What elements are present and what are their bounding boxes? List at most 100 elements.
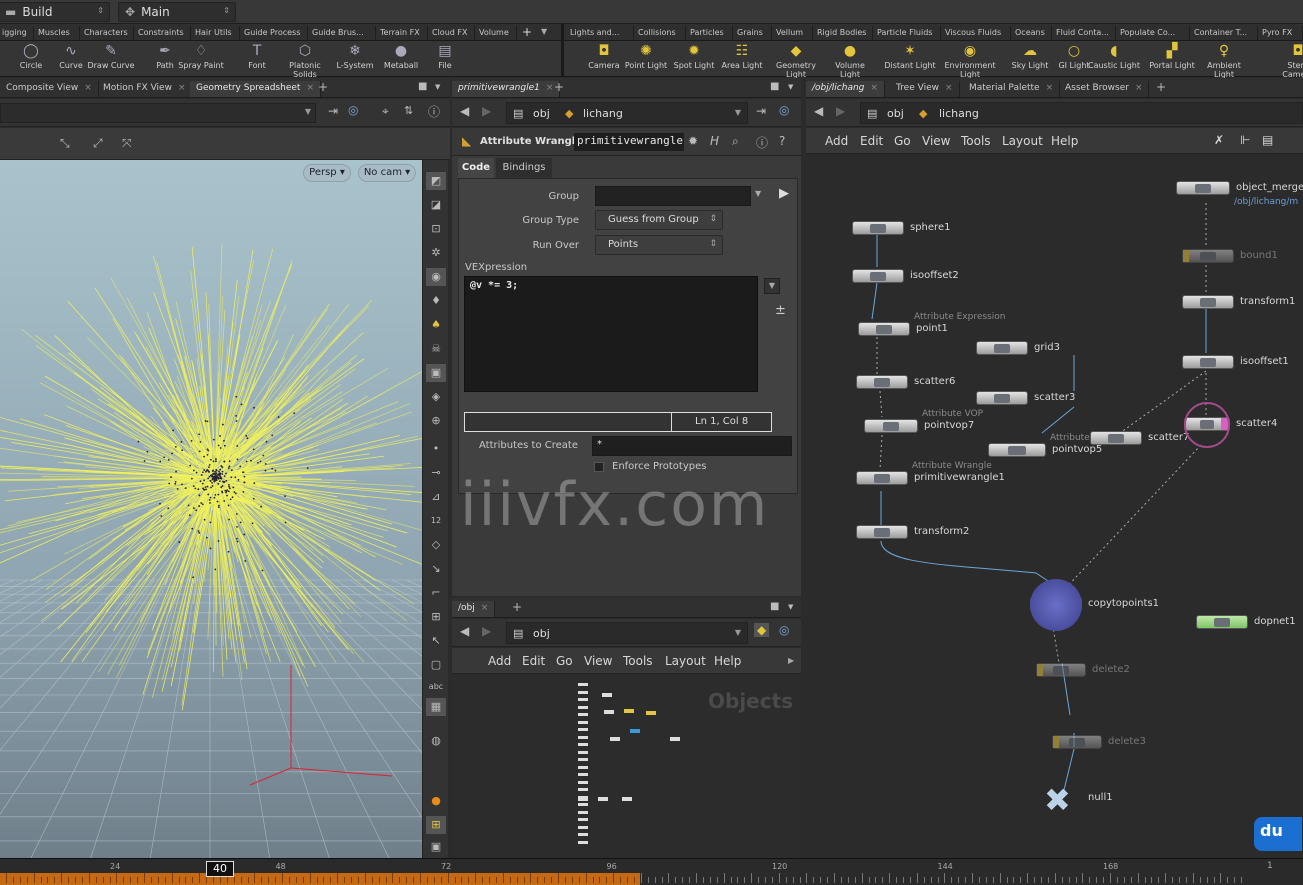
node-transform1[interactable] <box>1182 295 1234 309</box>
tab-motion-fx-view[interactable]: Motion FX View× <box>97 81 192 97</box>
node-name-field[interactable]: primitivewrangle <box>574 133 684 151</box>
shelf-tab[interactable]: Guide Process <box>240 26 308 40</box>
brush-icon[interactable]: ⊿ <box>426 488 446 506</box>
obj-node-glyph[interactable] <box>578 713 588 716</box>
shelf-tab[interactable]: Container T... <box>1190 26 1258 40</box>
pin-icon[interactable]: ⇥ <box>756 104 766 118</box>
forward-icon[interactable]: ▶ <box>836 104 845 118</box>
obj-node-glyph[interactable] <box>630 729 640 733</box>
tool-point-light[interactable]: ✺Point Light <box>620 43 672 70</box>
tab-code[interactable]: Code <box>458 158 494 178</box>
shelf-tab[interactable]: Pyro FX <box>1258 26 1303 40</box>
wireframe-icon[interactable]: ◪ <box>426 196 446 214</box>
add-tab-icon[interactable]: + <box>554 80 564 94</box>
node-isooffset2[interactable] <box>852 269 904 283</box>
add-tab-icon[interactable]: + <box>512 600 522 614</box>
shelf-tab[interactable]: Populate Co... <box>1116 26 1190 40</box>
tool-distant-light[interactable]: ✶Distant Light <box>884 43 936 70</box>
hda-icon[interactable]: H <box>710 134 719 148</box>
tree-icon[interactable]: ⊩ <box>1240 133 1250 147</box>
list-icon[interactable]: ▤ <box>1262 133 1273 147</box>
run-over-select[interactable]: Points⇕ <box>595 235 723 255</box>
menu-edit[interactable]: Edit <box>860 134 883 148</box>
shelf-tab[interactable]: Particle Fluids <box>873 26 941 40</box>
tool-platonic[interactable]: ⬡Platonic Solids <box>280 43 330 79</box>
obj-node-glyph[interactable] <box>578 721 588 724</box>
shelf-tab[interactable]: Grains <box>733 26 772 40</box>
tab-obj[interactable]: /obj× <box>452 601 495 617</box>
node-pointvop5[interactable] <box>988 443 1046 457</box>
close-icon[interactable]: × <box>546 83 554 93</box>
obj-node-glyph[interactable] <box>604 710 614 714</box>
obj-node-glyph[interactable] <box>578 743 588 746</box>
shelf-tab[interactable]: Lights and... <box>566 26 634 40</box>
obj-node-glyph[interactable] <box>578 803 588 806</box>
obj-node-glyph[interactable] <box>622 797 632 801</box>
obj-node-glyph[interactable] <box>578 751 588 754</box>
menu-go[interactable]: Go <box>894 134 911 148</box>
link-icon[interactable]: ◎ <box>779 103 789 117</box>
forward-icon[interactable]: ▶ <box>482 624 491 638</box>
cube-icon[interactable]: ◇ <box>426 536 446 554</box>
arrow-icon[interactable]: ↖ <box>426 632 446 650</box>
path-obj[interactable]: obj <box>533 107 550 120</box>
obj-node-glyph[interactable] <box>578 758 588 761</box>
pane-menu-icon[interactable]: ▼ <box>435 83 440 91</box>
menu-help[interactable]: Help <box>1051 134 1078 148</box>
rotate-icon[interactable]: ⤧ <box>122 136 132 151</box>
shading-icon[interactable]: ▣ <box>426 364 446 382</box>
node-point1[interactable] <box>858 322 910 336</box>
close-icon[interactable]: × <box>178 83 186 93</box>
light-icon[interactable]: ♦ <box>426 292 446 310</box>
pane-menu-icon[interactable]: ▼ <box>788 83 793 91</box>
tool-file[interactable]: ▤File <box>420 43 470 70</box>
obj-node-glyph[interactable] <box>578 818 588 821</box>
close-icon[interactable]: × <box>481 603 489 613</box>
path-field[interactable]: ▤ obj ▼ <box>506 622 748 644</box>
shelf-tab[interactable]: Fluid Conta... <box>1052 26 1116 40</box>
node-bound1[interactable] <box>1182 249 1234 263</box>
shelf-tab[interactable]: Volume <box>475 26 517 40</box>
node-null1[interactable]: ✖ <box>1044 791 1082 805</box>
help-icon[interactable]: ? <box>779 134 785 148</box>
obj-node-glyph[interactable] <box>578 811 588 814</box>
current-frame[interactable]: 40 <box>206 861 234 877</box>
link-icon[interactable]: ◎ <box>779 623 789 637</box>
shelf-tab[interactable]: Cloud FX <box>428 26 475 40</box>
add-shelf-icon[interactable]: + <box>522 25 532 39</box>
skull-icon[interactable]: ☠ <box>426 340 446 358</box>
shelf-tab[interactable]: Terrain FX <box>376 26 428 40</box>
node-transform2[interactable] <box>856 525 908 539</box>
tool-portal-light[interactable]: ▞Portal Light <box>1146 43 1198 70</box>
path-node[interactable]: lichang <box>939 107 979 120</box>
path-node[interactable]: lichang <box>583 107 623 120</box>
corner-icon[interactable]: ⌐ <box>426 584 446 602</box>
obj-node-glyph[interactable] <box>578 766 588 769</box>
node-pointvop7[interactable] <box>864 419 918 433</box>
tool-area-light[interactable]: ☷Area Light <box>716 43 768 70</box>
help-icon[interactable]: ⓘ <box>428 103 440 120</box>
maximize-icon[interactable]: ■ <box>770 601 779 612</box>
maximize-icon[interactable]: ■ <box>418 81 427 92</box>
shelf-tab[interactable]: Constraints <box>134 26 191 40</box>
obj-node-glyph[interactable] <box>578 728 588 731</box>
obj-node-glyph[interactable] <box>578 706 588 709</box>
pane-menu-icon[interactable]: ▼ <box>788 603 793 611</box>
obj-node-glyph[interactable] <box>578 691 588 694</box>
node-grid3[interactable] <box>976 341 1028 355</box>
tab-tree-view[interactable]: Tree View× <box>890 81 960 97</box>
tool-ambient-light[interactable]: ♀Ambient Light <box>1198 43 1250 79</box>
image-icon[interactable]: ▦ <box>426 698 446 716</box>
obj-node-glyph[interactable] <box>578 788 588 791</box>
select-arrow-icon[interactable]: ▶ <box>779 186 789 201</box>
shelf-tab[interactable]: Hair Utils <box>191 26 240 40</box>
tab-primitivewrangle1[interactable]: primitivewrangle1× <box>452 81 560 97</box>
obj-node-glyph[interactable] <box>624 709 634 713</box>
obj-node-glyph[interactable] <box>646 711 656 715</box>
tool-spray-paint[interactable]: ♢Spray Paint <box>176 43 226 70</box>
close-icon[interactable]: × <box>1135 83 1143 93</box>
info-icon[interactable]: ⓘ <box>756 134 768 151</box>
chevron-down-icon[interactable]: ▼ <box>764 278 780 294</box>
menu-expand-icon[interactable]: ▶ <box>788 656 794 665</box>
node-sphere1[interactable] <box>852 221 904 235</box>
